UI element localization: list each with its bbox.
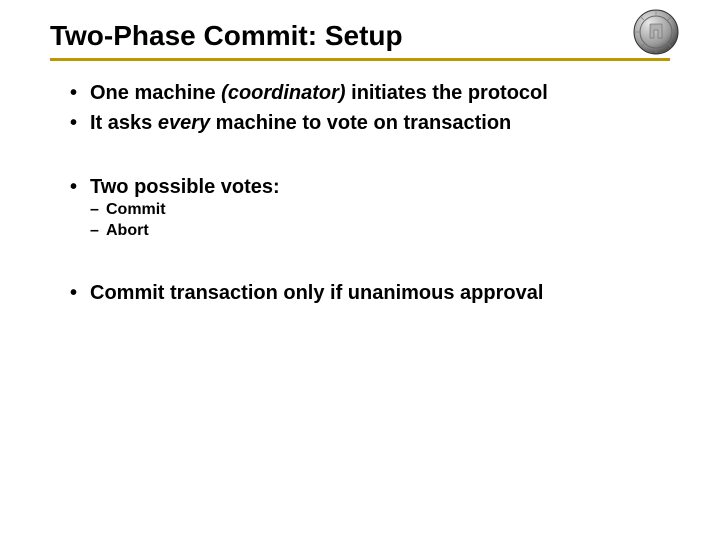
bullet-1-coordinator: (coordinator) (221, 82, 345, 104)
slide-title: Two-Phase Commit: Setup (50, 20, 670, 52)
title-area: Two-Phase Commit: Setup (50, 20, 670, 61)
bullet-1: One machine (coordinator) initiates the … (70, 80, 660, 106)
slide-body: One machine (coordinator) initiates the … (70, 80, 660, 310)
bullet-2-text-a: It asks (90, 112, 158, 134)
bullet-1-text-c: initiates the protocol (346, 82, 548, 104)
bullet-2-every: every (158, 112, 210, 134)
bullet-3-sub-1: Commit (90, 200, 660, 221)
bullet-2-text-c: machine to vote on transaction (210, 112, 511, 134)
bullet-3-sub-2: Abort (90, 221, 660, 242)
bullet-3-text: Two possible votes: (90, 176, 280, 198)
bullet-4: Commit transaction only if unanimous app… (70, 280, 660, 306)
bullet-2: It asks every machine to vote on transac… (70, 110, 660, 136)
bullet-3: Two possible votes: Commit Abort (70, 174, 660, 242)
bullet-1-text-a: One machine (90, 82, 221, 104)
slide: Two-Phase Commit: Setup One machine (coo… (0, 0, 720, 540)
title-underline (50, 58, 670, 61)
